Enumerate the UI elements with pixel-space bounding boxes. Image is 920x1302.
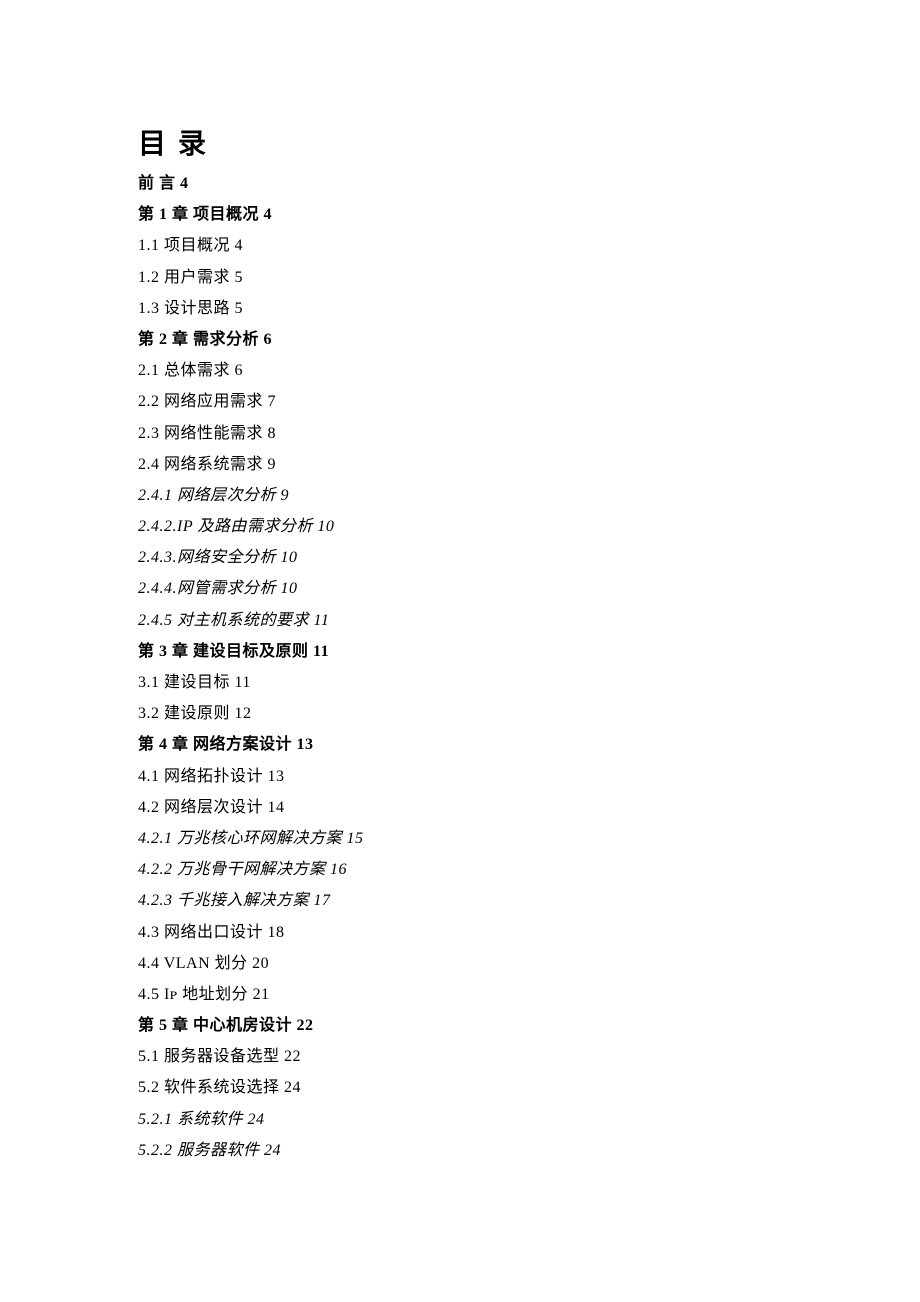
toc-entry: 1.1 项目概况 4: [138, 238, 920, 254]
toc-entry: 2.3 网络性能需求 8: [138, 426, 920, 442]
toc-entry: 2.4.3.网络安全分析 10: [138, 550, 920, 566]
toc-entry: 第 1 章 项目概况 4: [138, 207, 920, 223]
toc-entry: 5.2.2 服务器软件 24: [138, 1143, 920, 1159]
toc-heading: 目录: [138, 130, 920, 158]
toc-entry: 4.2.2 万兆骨干网解决方案 16: [138, 862, 920, 878]
toc-entry: 第 5 章 中心机房设计 22: [138, 1018, 920, 1034]
toc-entry: 5.1 服务器设备选型 22: [138, 1049, 920, 1065]
toc-entry: 4.2.1 万兆核心环网解决方案 15: [138, 831, 920, 847]
toc-entry: 2.4 网络系统需求 9: [138, 457, 920, 473]
toc-entry: 5.2 软件系统设选择 24: [138, 1080, 920, 1096]
toc-entry: 4.2 网络层次设计 14: [138, 800, 920, 816]
toc-entry: 2.4.4.网管需求分析 10: [138, 581, 920, 597]
toc-entry: 4.1 网络拓扑设计 13: [138, 769, 920, 785]
toc-list: 前 言 4 第 1 章 项目概况 4 1.1 项目概况 4 1.2 用户需求 5 1.3…: [138, 176, 920, 1159]
toc-entry: 4.5 Iᴘ 地址划分 21: [138, 987, 920, 1003]
toc-entry: 1.3 设计思路 5: [138, 301, 920, 317]
toc-entry: 2.2 网络应用需求 7: [138, 394, 920, 410]
toc-entry: 2.1 总体需求 6: [138, 363, 920, 379]
toc-entry: 4.3 网络出口设计 18: [138, 925, 920, 941]
toc-entry: 1.2 用户需求 5: [138, 270, 920, 286]
toc-entry: 前 言 4: [138, 176, 920, 192]
toc-entry: 第 4 章 网络方案设计 13: [138, 737, 920, 753]
toc-entry: 2.4.5 对主机系统的要求 11: [138, 613, 920, 629]
toc-entry: 4.4 VLAN 划分 20: [138, 956, 920, 972]
toc-entry: 4.2.3 千兆接入解决方案 17: [138, 893, 920, 909]
toc-entry: 3.1 建设目标 11: [138, 675, 920, 691]
toc-entry: 2.4.2.IP 及路由需求分析 10: [138, 519, 920, 535]
toc-entry: 第 2 章 需求分析 6: [138, 332, 920, 348]
toc-entry: 3.2 建设原则 12: [138, 706, 920, 722]
toc-entry: 2.4.1 网络层次分析 9: [138, 488, 920, 504]
toc-entry: 5.2.1 系统软件 24: [138, 1112, 920, 1128]
toc-entry: 第 3 章 建设目标及原则 11: [138, 644, 920, 660]
